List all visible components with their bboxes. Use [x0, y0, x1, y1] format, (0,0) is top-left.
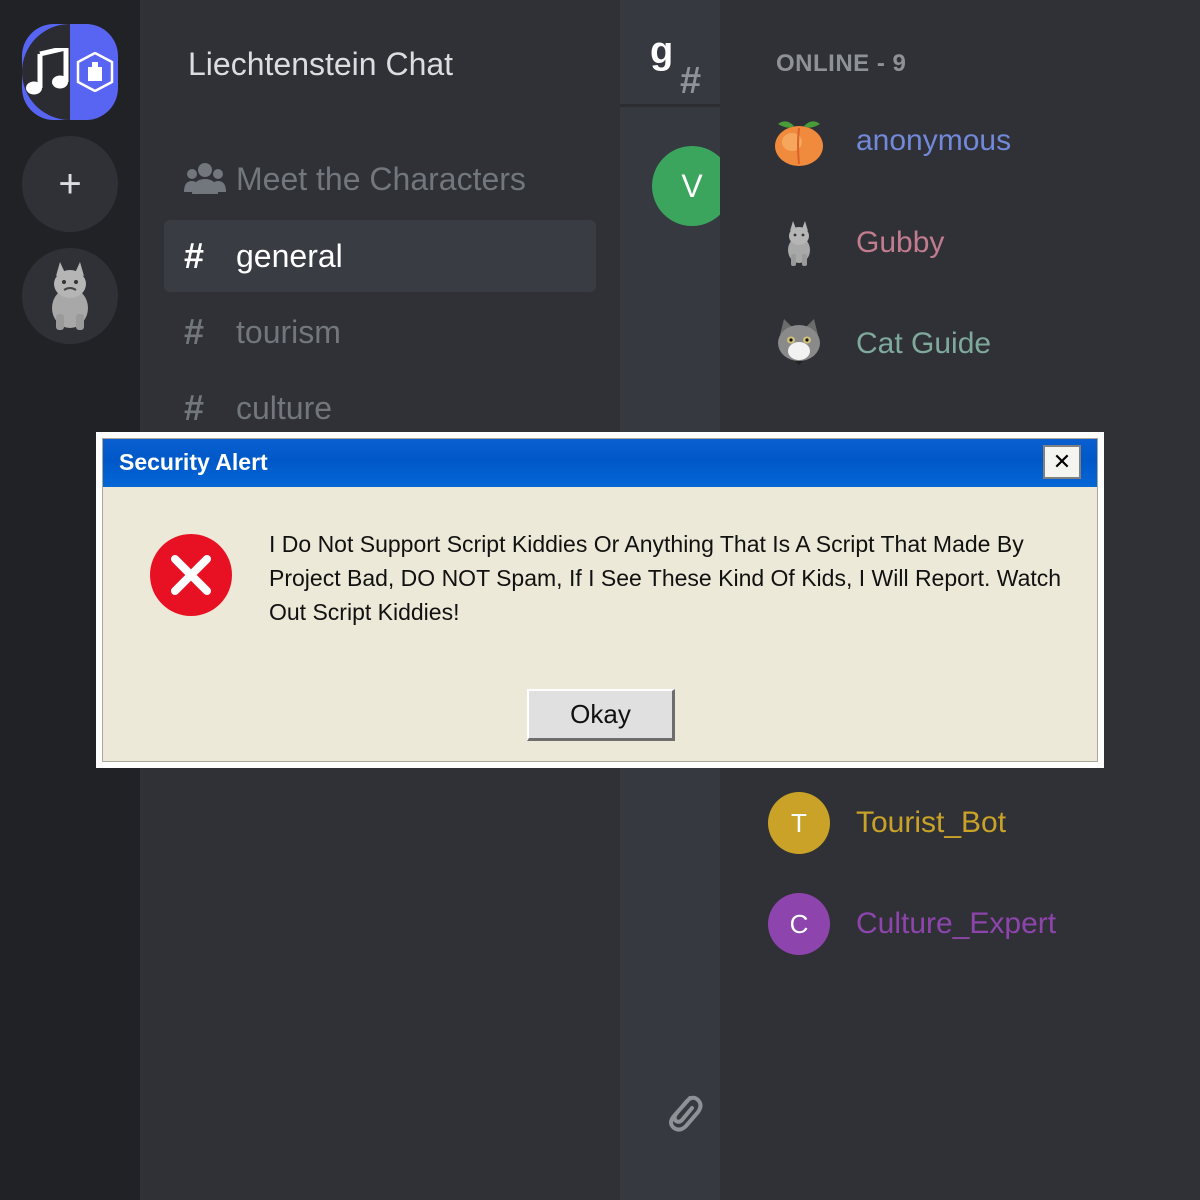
- chat-header: # g: [620, 0, 720, 107]
- channel-meet-the-characters[interactable]: Meet the Characters: [164, 143, 596, 215]
- member-cat-guide[interactable]: Cat Guide: [768, 311, 991, 377]
- server-icon-gubby[interactable]: [22, 248, 118, 344]
- gubby-avatar: [768, 212, 830, 274]
- hash-icon: #: [184, 235, 205, 276]
- member-name: Cat Guide: [856, 327, 992, 360]
- channel-label: culture: [236, 389, 333, 426]
- channel-label: tourism: [236, 313, 341, 350]
- dialog-message: I Do Not Support Script Kiddies Or Anyth…: [269, 531, 1062, 625]
- music-note-icon: [26, 48, 69, 95]
- member-gubby[interactable]: Gubby: [768, 210, 944, 276]
- close-button[interactable]: ✕: [1043, 445, 1081, 479]
- paperclip-icon[interactable]: [664, 1090, 704, 1139]
- member-name: Tourist_Bot: [856, 806, 1007, 839]
- security-alert-dialog: Security Alert ✕ I Do Not Support Script…: [102, 438, 1098, 762]
- chat-header-title: # g: [650, 30, 701, 102]
- member-tourist-bot[interactable]: T Tourist_Bot: [768, 790, 1006, 856]
- member-name: anonymous: [856, 124, 1012, 157]
- avatar: C: [768, 893, 830, 955]
- peach-icon: [768, 110, 830, 172]
- okay-button[interactable]: Okay: [527, 689, 675, 741]
- channel-name: g: [650, 30, 674, 72]
- add-server-button[interactable]: +: [22, 136, 118, 232]
- hash-icon: #: [184, 311, 205, 352]
- server-icon-liechtenstein[interactable]: [22, 24, 118, 120]
- channel-tourism[interactable]: # tourism: [164, 296, 596, 368]
- dialog-titlebar[interactable]: Security Alert ✕: [103, 439, 1097, 487]
- hash-icon: #: [184, 387, 205, 428]
- avatar[interactable]: V: [652, 146, 720, 226]
- cat-avatar: [768, 313, 830, 375]
- member-name: Culture_Expert: [856, 907, 1057, 940]
- channel-label: Meet the Characters: [236, 160, 526, 197]
- close-icon: ✕: [1052, 449, 1072, 474]
- avatar: T: [768, 792, 830, 854]
- error-icon: [149, 533, 233, 622]
- online-header: ONLINE - 9: [776, 50, 907, 77]
- member-name: Gubby: [856, 226, 945, 259]
- plus-icon: +: [58, 162, 82, 206]
- channel-label: general: [236, 237, 343, 274]
- channel-general[interactable]: # general: [164, 220, 596, 292]
- hash-icon: #: [680, 60, 702, 102]
- castle-hexagon-icon: [76, 52, 114, 92]
- members-icon: [184, 162, 228, 196]
- guild-name[interactable]: Liechtenstein Chat: [188, 46, 453, 83]
- dialog-title: Security Alert: [119, 449, 268, 475]
- gubby-dog-icon: [52, 262, 88, 330]
- member-anonymous[interactable]: anonymous: [768, 108, 1011, 174]
- member-culture-expert[interactable]: C Culture_Expert: [768, 891, 1056, 957]
